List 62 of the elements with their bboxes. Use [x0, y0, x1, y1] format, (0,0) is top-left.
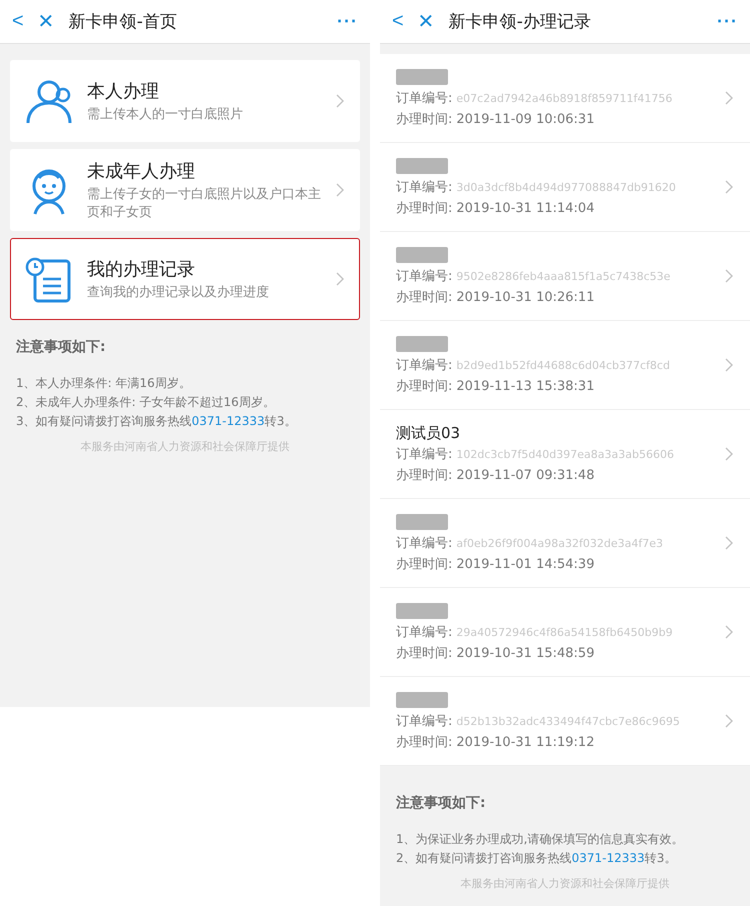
- chevron-icon: [725, 91, 734, 105]
- time-value: 2019-11-07 09:31:48: [456, 467, 594, 485]
- close-button[interactable]: ✕: [418, 9, 435, 34]
- order-label: 订单编号:: [396, 535, 452, 553]
- time-label: 办理时间:: [396, 289, 452, 307]
- notes-heading: 注意事项如下:: [396, 794, 487, 812]
- note-line: 1、本人办理条件: 年满16周岁。: [16, 375, 192, 392]
- time-value: 2019-10-31 10:26:11: [456, 289, 594, 307]
- time-value: 2019-11-13 15:38:31: [456, 378, 594, 396]
- note-line: 1、为保证业务办理成功,请确保填写的信息真实有效。: [396, 831, 684, 848]
- option-description: 查询我的办理记录以及办理进度: [87, 284, 270, 302]
- option-description: 需上传本人的一寸白底照片: [87, 106, 244, 124]
- order-label: 订单编号:: [396, 90, 452, 108]
- chevron-icon: [336, 94, 345, 108]
- order-label: 订单编号:: [396, 624, 452, 642]
- applicant-name: 测试员03: [396, 423, 462, 443]
- time-value: 2019-10-31 11:19:12: [456, 734, 594, 752]
- option-description: 需上传子女的一寸白底照片以及户口本主页和子女页: [87, 186, 322, 222]
- order-label: 订单编号:: [396, 268, 452, 286]
- time-label: 办理时间:: [396, 111, 452, 129]
- phone-link[interactable]: 0371-12333: [572, 851, 645, 865]
- option-card[interactable]: 本人办理 需上传本人的一寸白底照片: [10, 60, 360, 142]
- order-label: 订单编号:: [396, 179, 452, 197]
- note-line: 3、如有疑问请拨打咨询服务热线0371-12333转3。: [16, 413, 298, 430]
- more-button[interactable]: ···: [717, 11, 738, 32]
- time-label: 办理时间:: [396, 556, 452, 574]
- back-button[interactable]: <: [12, 10, 24, 33]
- phone-link[interactable]: 0371-12333: [192, 414, 265, 428]
- time-value: 2019-10-31 11:14:04: [456, 200, 594, 218]
- chevron-icon: [725, 358, 734, 372]
- chevron-icon: [725, 536, 734, 550]
- option-title: 本人办理: [87, 80, 160, 102]
- time-label: 办理时间:: [396, 467, 452, 485]
- time-value: 2019-10-31 15:48:59: [456, 645, 594, 663]
- chevron-icon: [725, 180, 734, 194]
- time-label: 办理时间:: [396, 734, 452, 752]
- time-value: 2019-11-09 10:06:31: [456, 111, 594, 129]
- notes-heading: 注意事项如下:: [16, 338, 107, 356]
- option-card[interactable]: 我的办理记录 查询我的办理记录以及办理进度: [10, 238, 360, 320]
- option-title: 我的办理记录: [87, 258, 196, 280]
- order-label: 订单编号:: [396, 357, 452, 375]
- chevron-icon: [725, 269, 734, 283]
- option-card[interactable]: 未成年人办理 需上传子女的一寸白底照片以及户口本主页和子女页: [10, 149, 360, 231]
- order-label: 订单编号:: [396, 713, 452, 731]
- page-title: 新卡申领-首页: [68, 11, 178, 33]
- more-button[interactable]: ···: [337, 11, 358, 32]
- chevron-icon: [336, 183, 345, 197]
- time-value: 2019-11-01 14:54:39: [456, 556, 594, 574]
- time-label: 办理时间:: [396, 378, 452, 396]
- note-line: 2、未成年人办理条件: 子女年龄不超过16周岁。: [16, 394, 276, 411]
- chevron-icon: [725, 447, 734, 461]
- page-title: 新卡申领-办理记录: [448, 11, 592, 33]
- order-label: 订单编号:: [396, 446, 452, 464]
- chevron-icon: [336, 272, 345, 286]
- close-button[interactable]: ✕: [38, 9, 55, 34]
- chevron-icon: [725, 625, 734, 639]
- note-line: 2、如有疑问请拨打咨询服务热线0371-12333转3。: [396, 850, 678, 867]
- chevron-icon: [725, 714, 734, 728]
- option-title: 未成年人办理: [87, 160, 196, 182]
- back-button[interactable]: <: [392, 10, 404, 33]
- time-label: 办理时间:: [396, 200, 452, 218]
- time-label: 办理时间:: [396, 645, 452, 663]
